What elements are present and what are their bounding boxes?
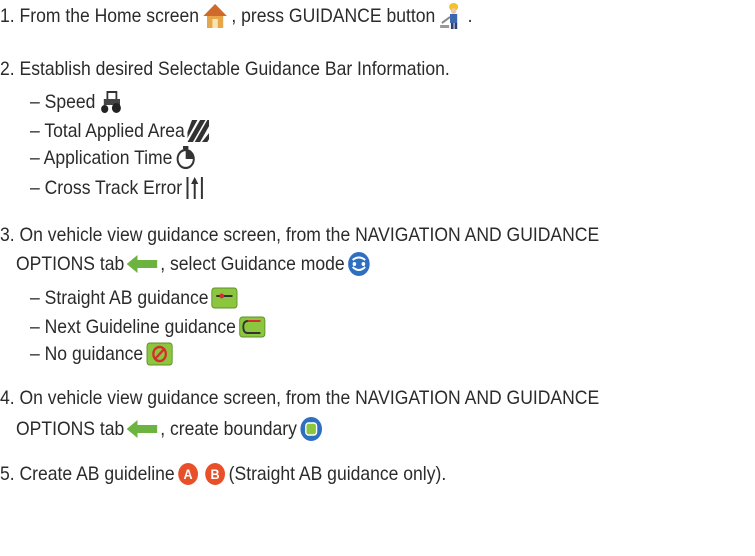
- step-2: 2. Establish desired Selectable Guidance…: [0, 57, 450, 81]
- svg-text:B: B: [211, 466, 220, 482]
- item-label: – No guidance: [30, 343, 144, 365]
- step-4-cont: OPTIONS tab , create boundary: [16, 416, 326, 442]
- item-label: – Straight AB guidance: [30, 287, 209, 309]
- step-4-cont-a: OPTIONS tab: [16, 418, 125, 440]
- step-3-item-none: – No guidance: [30, 342, 176, 366]
- step-1-text-a: 1. From the Home screen: [0, 5, 199, 27]
- item-label: – Application Time: [30, 147, 173, 169]
- step-1-text-c: .: [467, 5, 473, 27]
- step-3-item-next: – Next Guideline guidance: [30, 315, 268, 339]
- guidance-worker-icon: [438, 1, 465, 31]
- step-2-item-xte: – Cross Track Error: [30, 176, 207, 200]
- stopwatch-icon: [175, 146, 197, 170]
- step-3-cont: OPTIONS tab , select Guidance mode: [16, 251, 373, 277]
- item-label: – Next Guideline guidance: [30, 316, 236, 338]
- step-3-text: 3. On vehicle view guidance screen, from…: [0, 224, 600, 246]
- step-1: 1. From the Home screen , press GUIDANCE…: [0, 1, 473, 31]
- point-a-icon: A: [177, 462, 199, 486]
- item-label: – Cross Track Error: [30, 177, 183, 199]
- guidance-mode-icon: [347, 251, 370, 277]
- point-b-icon: B: [204, 462, 226, 486]
- step-3-cont-b: , select Guidance mode: [160, 253, 345, 275]
- step-3-item-straight: – Straight AB guidance: [30, 286, 241, 310]
- step-4-cont-b: , create boundary: [160, 418, 297, 440]
- svg-text:A: A: [184, 466, 193, 482]
- step-3: 3. On vehicle view guidance screen, from…: [0, 223, 599, 247]
- home-icon: [202, 2, 229, 30]
- hatched-area-icon: [187, 120, 210, 142]
- cross-track-error-icon: [185, 176, 205, 200]
- no-guidance-icon: [146, 342, 173, 366]
- step-3-cont-a: OPTIONS tab: [16, 253, 125, 275]
- step-2-item-speed: – Speed: [30, 90, 126, 114]
- step-5: 5. Create AB guideline A B (Straight AB …: [0, 462, 446, 486]
- step-4-text: 4. On vehicle view guidance screen, from…: [0, 387, 600, 409]
- step-2-item-time: – Application Time: [30, 146, 199, 170]
- item-label: – Speed: [30, 91, 96, 113]
- step-1-text-b: , press GUIDANCE button: [231, 5, 436, 27]
- boundary-icon: [300, 416, 323, 442]
- step-2-text: 2. Establish desired Selectable Guidance…: [0, 58, 450, 80]
- tractor-icon: [98, 90, 123, 114]
- green-arrow-tab-icon: [126, 255, 158, 273]
- straight-ab-icon: [211, 287, 238, 309]
- next-guideline-icon: [239, 316, 266, 338]
- item-label: – Total Applied Area: [30, 120, 185, 142]
- step-2-item-area: – Total Applied Area: [30, 119, 212, 143]
- step-4: 4. On vehicle view guidance screen, from…: [0, 386, 599, 410]
- step-5-text-a: 5. Create AB guideline: [0, 463, 175, 485]
- step-5-text-b: (Straight AB guidance only).: [228, 463, 447, 485]
- green-arrow-tab-icon: [126, 420, 158, 438]
